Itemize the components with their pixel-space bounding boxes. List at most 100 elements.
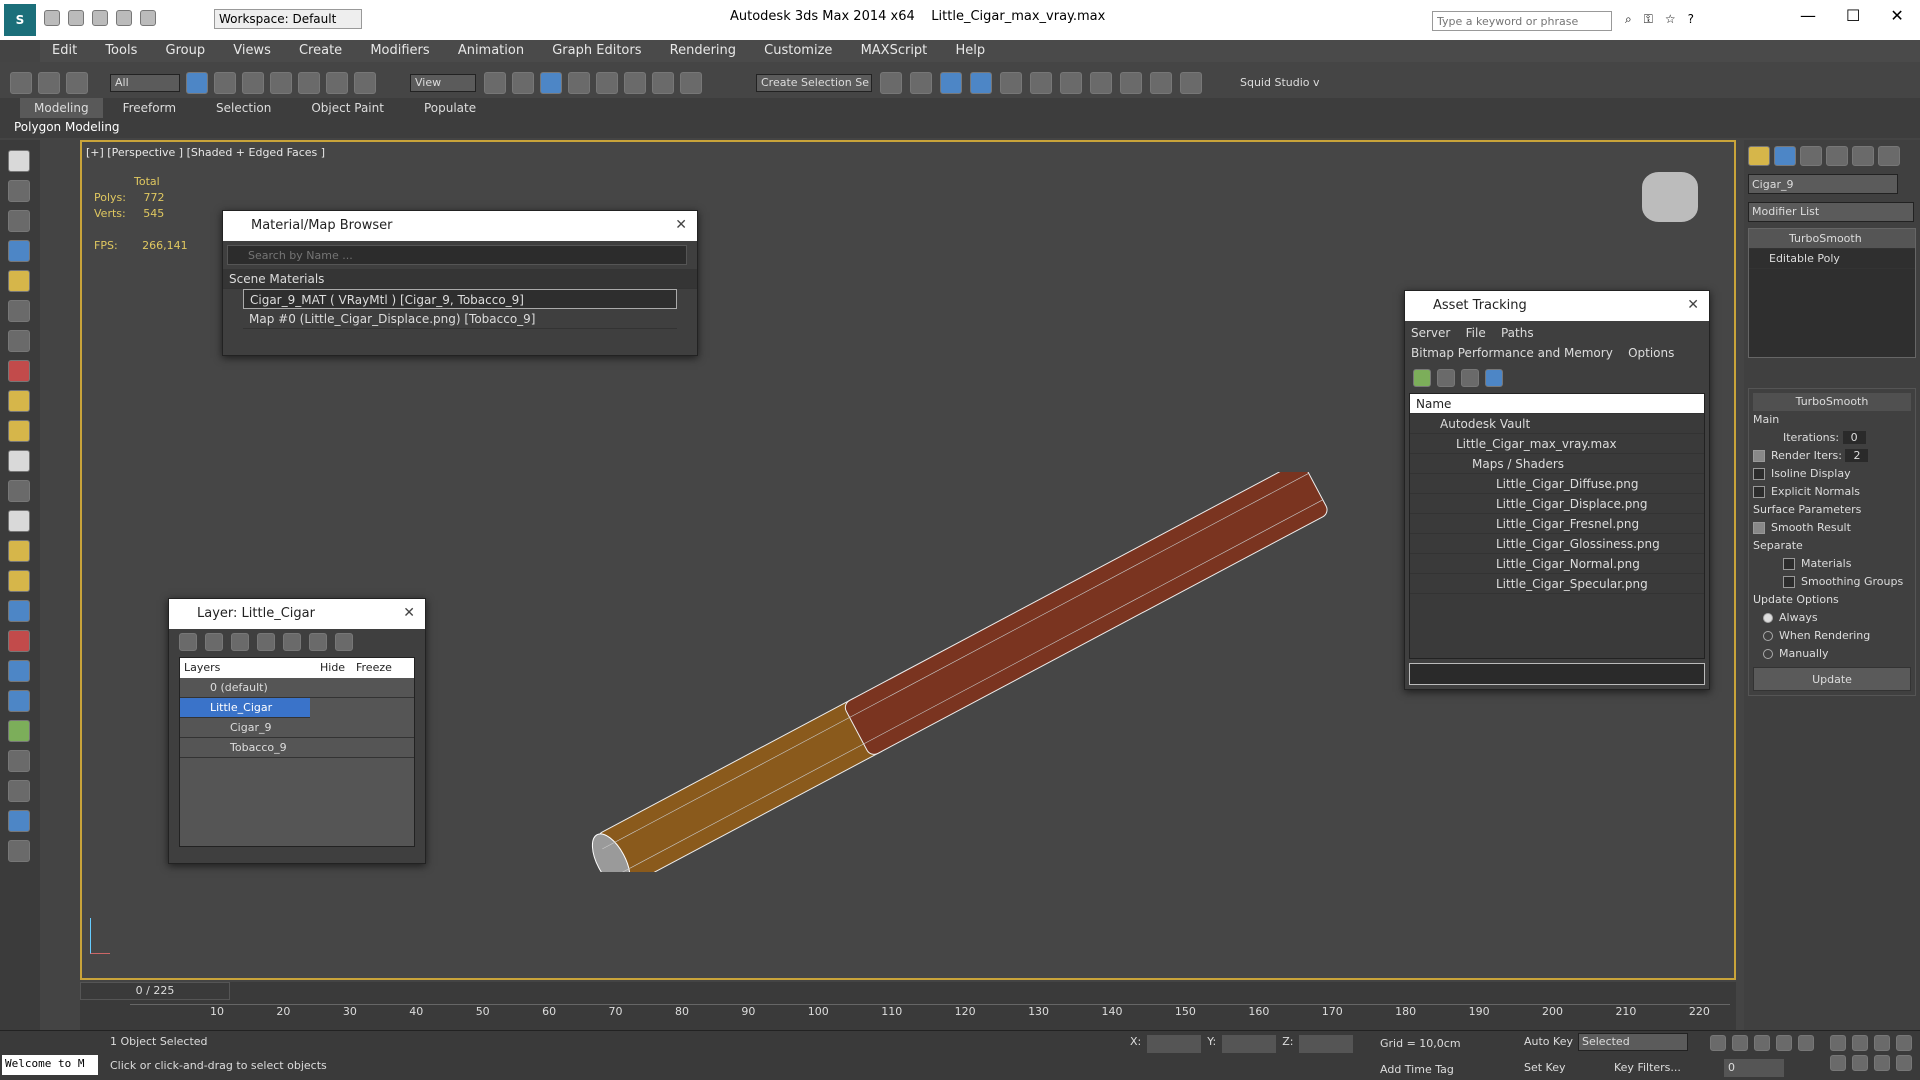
manually-radio[interactable] (1763, 649, 1773, 659)
menu-server[interactable]: Server (1411, 326, 1450, 340)
layer-manager-icon[interactable] (970, 72, 992, 94)
ribbon-toggle-icon[interactable] (1000, 72, 1022, 94)
object-name-field[interactable] (1748, 174, 1898, 194)
ribbon-panel-polygon-modeling[interactable]: Polygon Modeling (14, 120, 120, 134)
plane-icon[interactable] (8, 390, 30, 412)
pan-icon[interactable] (1852, 1055, 1868, 1071)
zoom-extents-all-icon[interactable] (1896, 1035, 1912, 1051)
menu-paths[interactable]: Paths (1501, 326, 1534, 340)
dome-icon[interactable] (8, 420, 30, 442)
hide-all-icon[interactable] (309, 633, 327, 651)
menu-bitmap-performance[interactable]: Bitmap Performance and Memory (1411, 346, 1613, 360)
menu-customize[interactable]: Customize (764, 43, 832, 58)
maxscript-listener[interactable]: Welcome to M (2, 1055, 98, 1075)
col-freeze[interactable]: Freeze (356, 658, 396, 678)
maximize-viewport-icon[interactable] (1896, 1055, 1912, 1071)
orbit-icon[interactable] (1874, 1055, 1890, 1071)
menu-file[interactable]: File (1466, 326, 1486, 340)
close-icon[interactable]: ✕ (1890, 6, 1903, 25)
asset-name-header[interactable]: Name (1410, 394, 1704, 414)
keyboard-shortcut-icon[interactable] (540, 72, 562, 94)
add-time-tag[interactable]: Add Time Tag (1380, 1063, 1454, 1076)
minimize-icon[interactable]: — (1800, 6, 1816, 25)
render-iters-checkbox[interactable] (1753, 450, 1765, 462)
helper-icon[interactable] (8, 330, 30, 352)
close-icon[interactable]: ✕ (1687, 297, 1699, 313)
menu-help[interactable]: Help (955, 43, 985, 58)
open-file-icon[interactable] (68, 10, 84, 26)
go-end-icon[interactable] (1798, 1035, 1814, 1051)
render-iters-spinner[interactable]: 2 (1845, 449, 1869, 462)
next-frame-icon[interactable] (1776, 1035, 1792, 1051)
light-icon[interactable] (8, 270, 30, 292)
asset-row[interactable]: Autodesk Vault (1410, 414, 1704, 434)
menu-graph-editors[interactable]: Graph Editors (552, 43, 641, 58)
smoothing-groups-checkbox[interactable] (1783, 576, 1795, 588)
table-view-icon[interactable] (1485, 369, 1503, 387)
menu-edit[interactable]: Edit (52, 43, 77, 58)
tab-populate[interactable]: Populate (404, 98, 496, 118)
menu-rendering[interactable]: Rendering (670, 43, 736, 58)
menu-group[interactable]: Group (166, 43, 206, 58)
app-logo-icon[interactable]: S (4, 4, 36, 36)
sphere-icon[interactable] (8, 450, 30, 472)
asset-row[interactable]: Little_Cigar_max_vray.max (1410, 434, 1704, 454)
rollout-title[interactable]: TurboSmooth (1753, 393, 1911, 411)
layer-row[interactable]: Cigar_9 (180, 718, 414, 738)
menu-options[interactable]: Options (1628, 346, 1674, 360)
stack-item-editable-poly[interactable]: Editable Poly (1749, 249, 1915, 269)
smooth-result-checkbox[interactable] (1753, 522, 1765, 534)
viewcube-icon[interactable] (1642, 172, 1698, 222)
create-layer-icon[interactable] (179, 633, 197, 651)
unlink-icon[interactable] (38, 72, 60, 94)
list-view-icon[interactable] (1437, 369, 1455, 387)
update-button[interactable]: Update (1753, 667, 1911, 691)
asset-row[interactable]: Little_Cigar_Normal.png (1410, 554, 1704, 574)
cone-icon[interactable] (8, 510, 30, 532)
render-icon[interactable] (8, 180, 30, 202)
redo-icon[interactable] (140, 10, 156, 26)
particle-icon[interactable] (8, 360, 30, 382)
asset-row[interactable]: Maps / Shaders (1410, 454, 1704, 474)
refresh-icon[interactable] (1413, 369, 1431, 387)
timeline-ruler[interactable]: 10 20 30 40 50 60 70 80 90 100 110 120 1… (130, 1004, 1730, 1028)
maximize-icon[interactable]: ☐ (1846, 6, 1860, 25)
menu-animation[interactable]: Animation (458, 43, 524, 58)
highlight-layer-icon[interactable] (283, 633, 301, 651)
add-to-layer-icon[interactable] (231, 633, 249, 651)
modifier-list-dropdown[interactable]: Modifier List (1748, 202, 1914, 222)
save-file-icon[interactable] (92, 10, 108, 26)
manipulate-icon[interactable] (512, 72, 534, 94)
play-icon[interactable] (1754, 1035, 1770, 1051)
material-editor-icon[interactable] (1090, 72, 1112, 94)
globe-icon[interactable] (8, 810, 30, 832)
binoculars-icon[interactable]: ⌕ (1625, 12, 1632, 27)
close-icon[interactable]: ✕ (675, 217, 687, 233)
select-in-layer-icon[interactable] (257, 633, 275, 651)
pipe-icon[interactable] (8, 630, 30, 652)
iterations-spinner[interactable]: 0 (1842, 431, 1866, 444)
undo-icon[interactable] (116, 10, 132, 26)
hair-icon[interactable] (8, 750, 30, 772)
z-field[interactable] (1299, 1035, 1354, 1053)
script-icon[interactable] (8, 840, 30, 862)
bones-icon[interactable] (8, 660, 30, 682)
window-crossing-icon[interactable] (270, 72, 292, 94)
fov-icon[interactable] (1830, 1055, 1846, 1071)
time-slider[interactable]: 0 / 225 (80, 982, 230, 1000)
layer-row-selected[interactable]: Little_Cigar (180, 698, 310, 718)
ref-coord-dropdown[interactable]: View (410, 74, 476, 92)
always-radio[interactable] (1763, 613, 1773, 623)
menu-tools[interactable]: Tools (105, 43, 137, 58)
layer-row[interactable]: 0 (default) (180, 678, 414, 698)
percent-snap-icon[interactable] (624, 72, 646, 94)
rect-region-icon[interactable] (242, 72, 264, 94)
tab-object-paint[interactable]: Object Paint (291, 98, 404, 118)
camera-icon[interactable] (8, 300, 30, 322)
zoom-all-icon[interactable] (1852, 1035, 1868, 1051)
delete-layer-icon[interactable] (205, 633, 223, 651)
tab-selection[interactable]: Selection (196, 98, 291, 118)
named-selection-dropdown[interactable]: Create Selection Se (756, 74, 872, 92)
spinner-snap-icon[interactable] (652, 72, 674, 94)
current-frame-field[interactable]: 0 (1724, 1059, 1784, 1077)
